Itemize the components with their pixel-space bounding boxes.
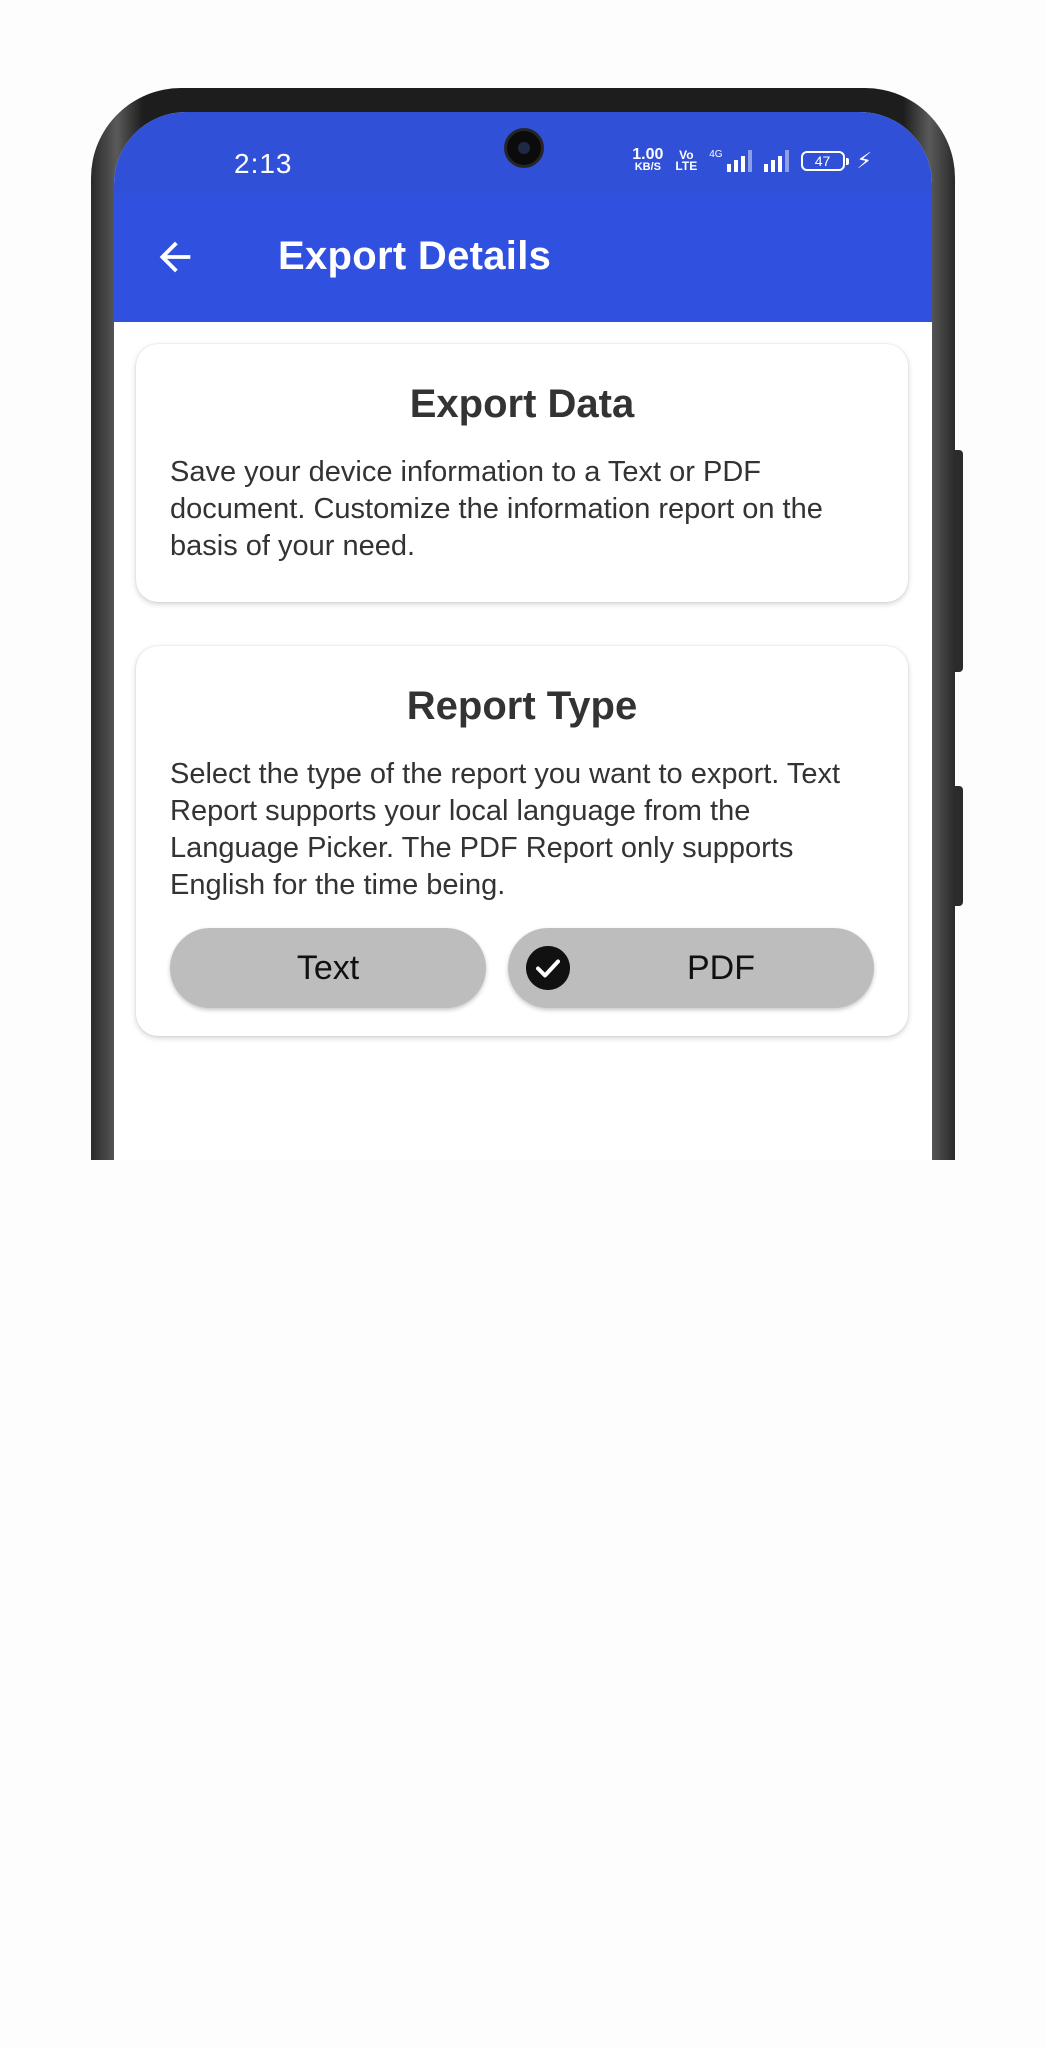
report-type-options: Text PDF — [170, 928, 874, 1008]
volte-indicator: Vo LTE — [675, 149, 698, 173]
text-report-label: Text — [296, 948, 360, 987]
export-data-description: Save your device information to a Text o… — [170, 456, 823, 562]
export-data-card: Export Data Save your device information… — [136, 344, 908, 602]
status-bar: 2:13 1.00 KB/S Vo LTE 4G 47 ⚡︎ — [114, 112, 932, 194]
front-camera — [504, 128, 544, 168]
battery-icon: 47 — [800, 150, 849, 171]
check-circle-icon — [526, 946, 570, 990]
report-type-description: Select the type of the report you want t… — [170, 758, 841, 901]
page-title: Export Details — [278, 234, 552, 278]
status-icons: 1.00 KB/S Vo LTE 4G 47 ⚡︎ — [632, 146, 872, 173]
network-type: 4G — [709, 149, 723, 160]
charging-bolt-icon: ⚡︎ — [856, 147, 872, 173]
signal-icon — [763, 149, 789, 172]
canvas: 2:13 1.00 KB/S Vo LTE 4G 47 ⚡︎ Export De… — [0, 0, 1046, 2048]
pdf-report-label: PDF — [687, 948, 755, 987]
phone-screen: 2:13 1.00 KB/S Vo LTE 4G 47 ⚡︎ Export De… — [114, 112, 932, 1160]
signal-icon — [726, 149, 752, 172]
text-report-chip[interactable]: Text — [170, 928, 486, 1008]
volte-bottom: LTE — [675, 158, 698, 173]
status-time: 2:13 — [234, 148, 293, 179]
export-data-title: Export Data — [409, 382, 635, 426]
app-bar: Export Details — [114, 194, 932, 322]
volume-button — [955, 786, 963, 906]
battery-level: 47 — [814, 152, 831, 169]
power-button — [955, 450, 963, 672]
pdf-report-chip[interactable]: PDF — [508, 928, 874, 1008]
report-type-card: Report Type Select the type of the repor… — [136, 646, 908, 1036]
net-speed-unit: KB/S — [634, 161, 661, 173]
arrow-left-icon[interactable] — [152, 234, 198, 280]
net-speed: 1.00 KB/S — [632, 146, 664, 173]
report-type-title: Report Type — [406, 684, 638, 728]
net-speed-value: 1.00 — [632, 146, 664, 163]
